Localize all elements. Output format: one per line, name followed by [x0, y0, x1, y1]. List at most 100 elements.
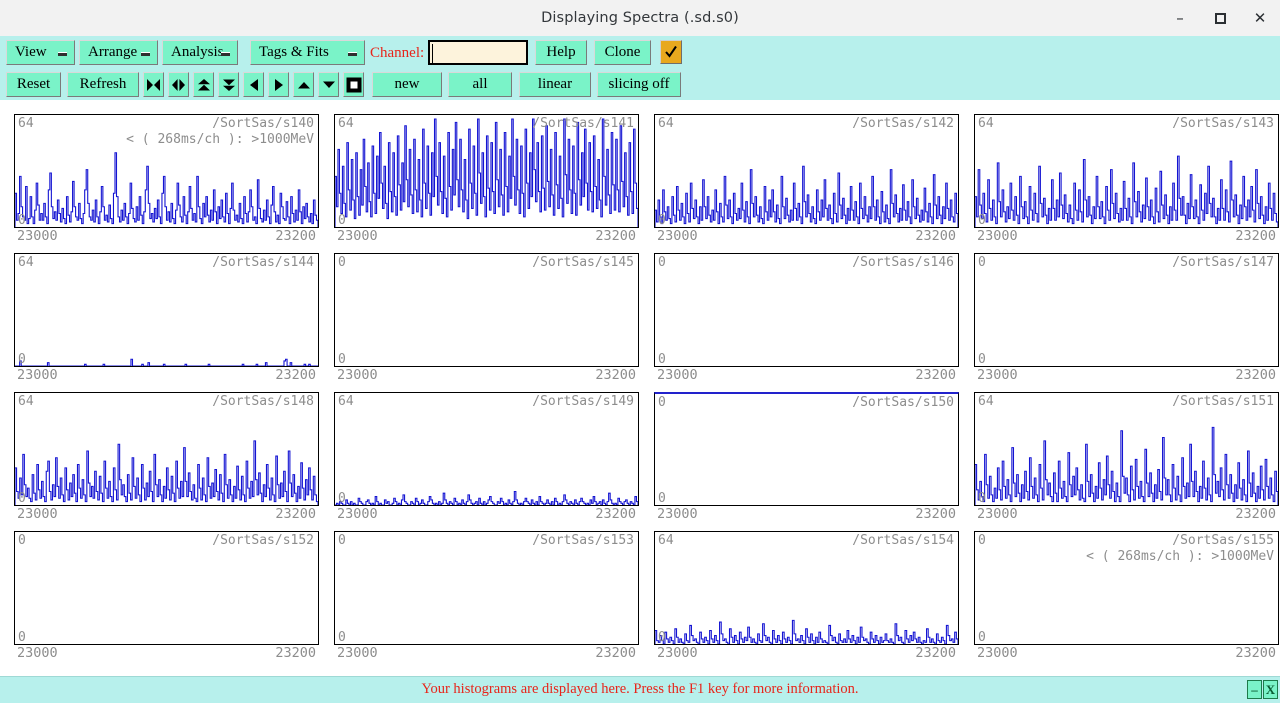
status-message: Your histograms are displayed here. Pres…	[0, 681, 1280, 698]
spectrum-cell[interactable]: 640/SortSas/s1492300023200	[334, 392, 639, 524]
spectrum-cell[interactable]: 00/SortSas/s1462300023200	[654, 253, 959, 385]
spectrum-cell[interactable]: 00/SortSas/s1452300023200	[334, 253, 639, 385]
spectrum-panel[interactable]: 640/SortSas/s141	[334, 114, 639, 228]
spectrum-panel[interactable]: 00/SortSas/s153	[334, 531, 639, 645]
x-axis: 2300023200	[334, 645, 639, 663]
menu-arrange[interactable]: Arrange	[79, 40, 158, 65]
menu-analysis[interactable]: Analysis	[162, 40, 238, 65]
chevron-down-icon	[221, 52, 230, 56]
spectrum-panel[interactable]: 00/SortSas/s147	[974, 253, 1279, 367]
spectrum-panel[interactable]: 640/SortSas/s151	[974, 392, 1279, 506]
down-arrow-button[interactable]	[318, 72, 339, 97]
x-axis-min-tick: 23000	[337, 228, 378, 244]
right-arrow-icon	[273, 78, 285, 92]
corner-close-button[interactable]: X	[1263, 680, 1278, 699]
expand-horizontal-button[interactable]	[168, 72, 189, 97]
spectrum-cell[interactable]: 640/SortSas/s1422300023200	[654, 114, 959, 246]
window-controls: – ✕	[1160, 0, 1280, 36]
corner-minimize-button[interactable]: –	[1247, 680, 1262, 699]
minimize-icon[interactable]: –	[1160, 0, 1200, 36]
y-max-label: 0	[658, 395, 666, 410]
spectrum-cell[interactable]: 640/SortSas/s140< ( 268ms/ch ): >1000MeV…	[14, 114, 319, 246]
spectrum-cell[interactable]: 640/SortSas/s1542300023200	[654, 531, 959, 663]
x-axis-max-tick: 23200	[915, 228, 956, 244]
spectrum-panel[interactable]: 640/SortSas/s143	[974, 114, 1279, 228]
spectrum-panel[interactable]: 640/SortSas/s149	[334, 392, 639, 506]
spectra-grid: 640/SortSas/s140< ( 268ms/ch ): >1000MeV…	[0, 106, 1280, 676]
stop-button[interactable]	[343, 72, 364, 97]
collapse-up-button[interactable]	[193, 72, 214, 97]
spectrum-panel[interactable]: 00/SortSas/s150	[654, 392, 959, 506]
spectrum-panel[interactable]: 640/SortSas/s142	[654, 114, 959, 228]
spectrum-panel[interactable]: 640/SortSas/s140< ( 268ms/ch ): >1000MeV	[14, 114, 319, 228]
spectrum-panel[interactable]: 00/SortSas/s145	[334, 253, 639, 367]
x-axis: 2300023200	[654, 645, 959, 663]
first-button[interactable]	[143, 72, 164, 97]
spectrum-cell[interactable]: 640/SortSas/s1432300023200	[974, 114, 1279, 246]
spectrum-panel[interactable]: 640/SortSas/s154	[654, 531, 959, 645]
x-axis: 2300023200	[654, 367, 959, 385]
maximize-icon[interactable]	[1200, 0, 1240, 36]
menu-tags-and-fits[interactable]: Tags & Fits	[250, 40, 365, 65]
toggle-checkbox[interactable]	[660, 40, 682, 64]
x-axis-max-tick: 23200	[275, 506, 316, 522]
spectrum-cell[interactable]: 640/SortSas/s1412300023200	[334, 114, 639, 246]
x-axis-max-tick: 23200	[915, 506, 956, 522]
menu-view[interactable]: View	[6, 40, 75, 65]
y-min-label: 0	[978, 352, 986, 367]
spectrum-subtitle-label: < ( 268ms/ch ): >1000MeV	[1086, 549, 1274, 564]
chevron-down-icon	[58, 52, 67, 56]
y-max-label: 0	[338, 255, 346, 270]
spectrum-panel[interactable]: 640/SortSas/s148	[14, 392, 319, 506]
y-min-label: 0	[18, 213, 26, 228]
text-caret	[432, 44, 433, 63]
reset-button[interactable]: Reset	[6, 72, 61, 97]
refresh-button[interactable]: Refresh	[67, 72, 139, 97]
y-max-label: 0	[658, 255, 666, 270]
collapse-up-icon	[196, 78, 212, 92]
help-button[interactable]: Help	[535, 40, 587, 65]
x-axis-min-tick: 23000	[657, 645, 698, 661]
spectrum-name-label: /SortSas/s148	[212, 394, 314, 409]
spectrum-cell[interactable]: 640/SortSas/s1442300023200	[14, 253, 319, 385]
left-arrow-button[interactable]	[243, 72, 264, 97]
y-max-label: 64	[978, 394, 994, 409]
spectrum-panel[interactable]: 00/SortSas/s146	[654, 253, 959, 367]
right-arrow-button[interactable]	[268, 72, 289, 97]
spectrum-cell[interactable]: 00/SortSas/s155< ( 268ms/ch ): >1000MeV2…	[974, 531, 1279, 663]
spectrum-name-label: /SortSas/s155	[1172, 533, 1274, 548]
spectrum-panel[interactable]: 00/SortSas/s155< ( 268ms/ch ): >1000MeV	[974, 531, 1279, 645]
up-arrow-icon	[296, 79, 312, 91]
spectrum-cell[interactable]: 640/SortSas/s1512300023200	[974, 392, 1279, 524]
x-axis: 2300023200	[14, 645, 319, 663]
spectrum-cell[interactable]: 00/SortSas/s1502300023200	[654, 392, 959, 524]
channel-input[interactable]	[428, 40, 528, 65]
spectrum-panel[interactable]: 00/SortSas/s152	[14, 531, 319, 645]
close-icon[interactable]: ✕	[1240, 0, 1280, 36]
spectrum-name-label: /SortSas/s154	[852, 533, 954, 548]
y-min-label: 0	[338, 352, 346, 367]
new-button[interactable]: new	[372, 72, 442, 97]
spectrum-name-label: /SortSas/s147	[1172, 255, 1274, 270]
x-axis: 2300023200	[14, 228, 319, 246]
linear-button[interactable]: linear	[519, 72, 591, 97]
y-max-label: 64	[338, 116, 354, 131]
spectrum-panel[interactable]: 640/SortSas/s144	[14, 253, 319, 367]
spectrum-cell[interactable]: 00/SortSas/s1532300023200	[334, 531, 639, 663]
y-max-label: 64	[658, 116, 674, 131]
linear-button-label: linear	[538, 76, 572, 93]
clone-button[interactable]: Clone	[594, 40, 651, 65]
slicing-button[interactable]: slicing off	[597, 72, 681, 97]
spectrum-trace	[335, 254, 638, 366]
spectrum-cell[interactable]: 640/SortSas/s1482300023200	[14, 392, 319, 524]
x-axis: 2300023200	[974, 506, 1279, 524]
x-axis: 2300023200	[14, 506, 319, 524]
reset-button-label: Reset	[17, 76, 50, 93]
up-arrow-button[interactable]	[293, 72, 314, 97]
y-min-label: 0	[658, 630, 666, 645]
channel-label: Channel:	[370, 45, 424, 62]
all-button[interactable]: all	[448, 72, 512, 97]
collapse-down-button[interactable]	[218, 72, 239, 97]
spectrum-cell[interactable]: 00/SortSas/s1472300023200	[974, 253, 1279, 385]
spectrum-cell[interactable]: 00/SortSas/s1522300023200	[14, 531, 319, 663]
